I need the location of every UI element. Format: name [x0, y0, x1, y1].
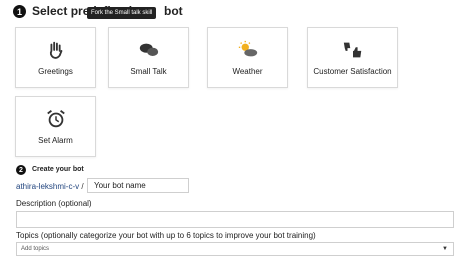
- card-label: Weather: [232, 67, 263, 76]
- topics-select[interactable]: Add topics ▼: [16, 242, 454, 256]
- card-label: Greetings: [38, 67, 73, 76]
- topics-label: Topics (optionally categorize your bot w…: [16, 231, 316, 240]
- step-2-title: Create your bot: [32, 166, 84, 173]
- step-1-badge: 1: [13, 5, 26, 18]
- repo-separator: /: [81, 182, 84, 191]
- alarm-clock-icon: [45, 108, 67, 130]
- weather-icon: [237, 39, 259, 61]
- step-2-badge: 2: [16, 165, 26, 175]
- repo-owner-name: athira-lekshmi-c-v: [16, 182, 80, 191]
- repo-owner: athira-lekshmi-c-v /: [16, 182, 84, 191]
- card-small-talk[interactable]: Small Talk: [108, 27, 189, 88]
- chat-bubbles-icon: [138, 39, 160, 61]
- fork-tooltip: Fork the Small talk skill: [87, 7, 157, 19]
- card-label: Set Alarm: [38, 136, 73, 145]
- card-weather[interactable]: Weather: [207, 27, 288, 88]
- dropdown-caret-icon: ▼: [442, 246, 448, 252]
- description-field[interactable]: [16, 211, 454, 228]
- bot-name-field[interactable]: [87, 178, 189, 193]
- waving-hand-icon: [45, 39, 67, 61]
- thumbs-up-down-icon: [342, 39, 364, 61]
- topics-placeholder: Add topics: [21, 246, 50, 252]
- card-set-alarm[interactable]: Set Alarm: [15, 96, 96, 157]
- step-1-title-end: bot: [164, 4, 183, 18]
- card-label: Small Talk: [130, 67, 167, 76]
- card-customer-satisfaction[interactable]: Customer Satisfaction: [307, 27, 398, 88]
- card-greetings[interactable]: Greetings: [15, 27, 96, 88]
- description-label: Description (optional): [16, 199, 92, 208]
- card-label: Customer Satisfaction: [313, 67, 392, 76]
